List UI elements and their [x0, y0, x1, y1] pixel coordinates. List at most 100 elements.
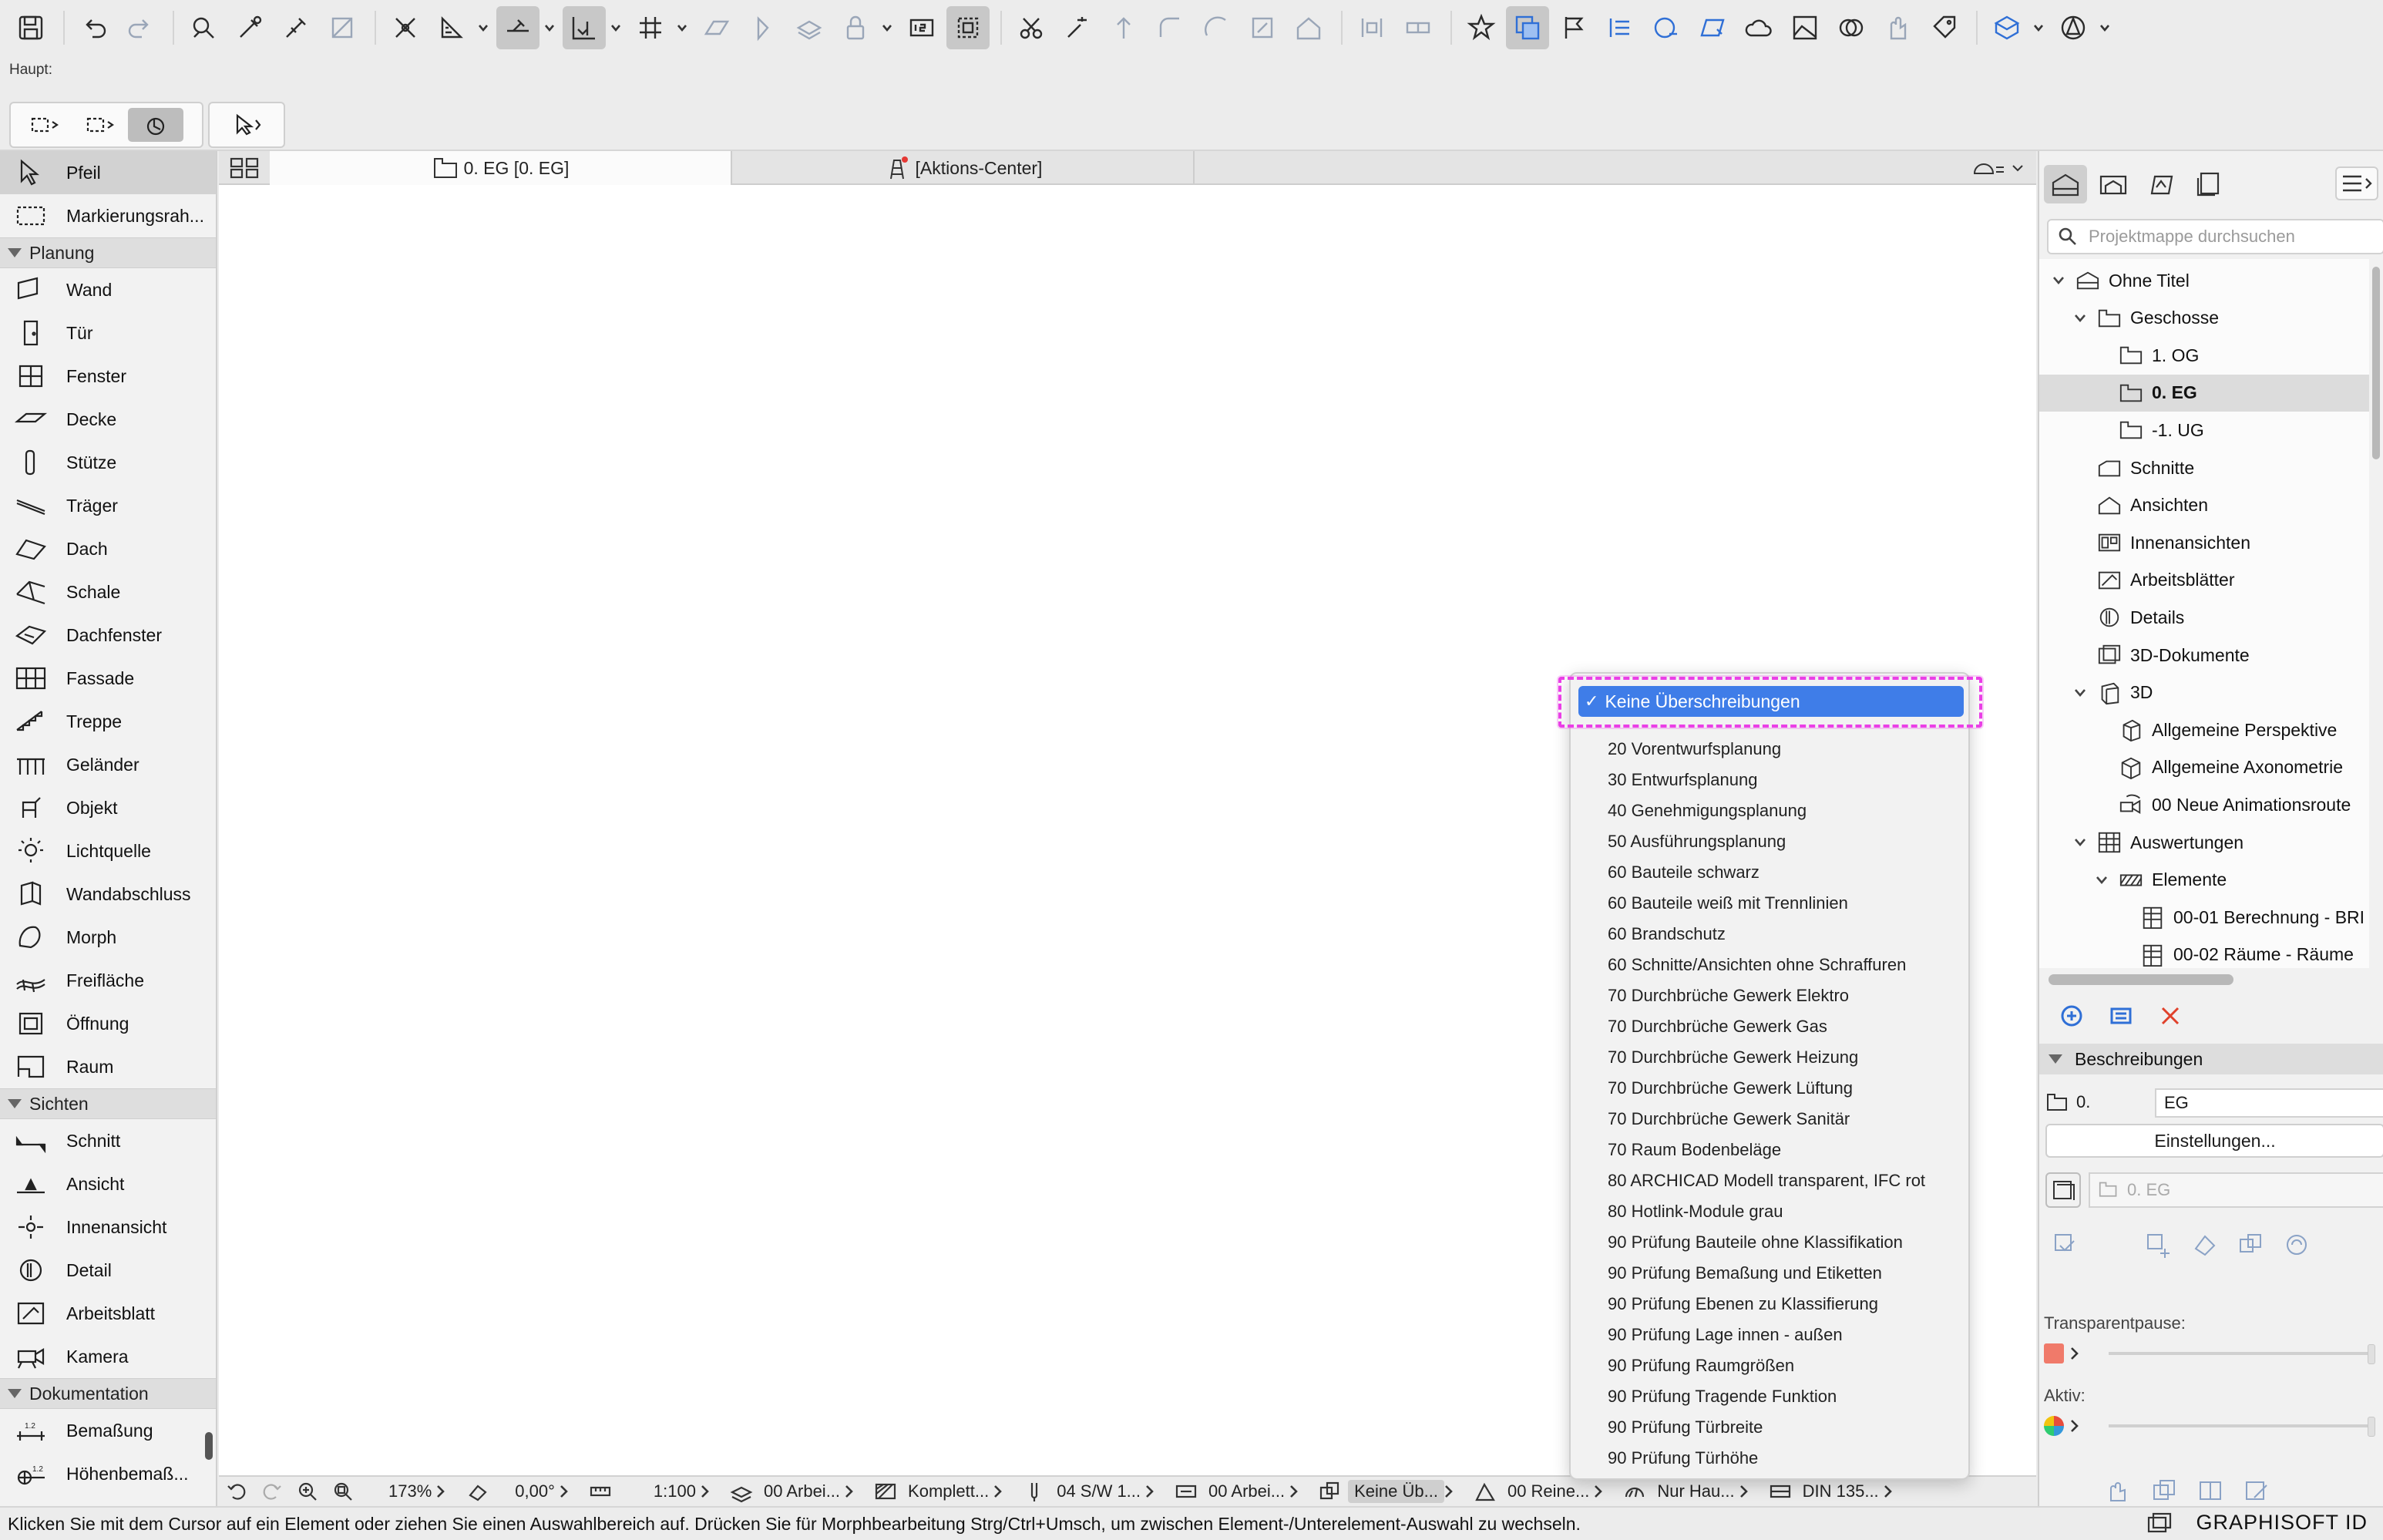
3d-view-icon[interactable]	[1985, 6, 2028, 49]
chevron-right-icon[interactable]	[2070, 1419, 2081, 1433]
dropdown-option[interactable]: 90 Prüfung Tragende Funktion	[1571, 1381, 1971, 1412]
layout-book-icon[interactable]	[2139, 165, 2183, 203]
tree-item[interactable]: 0. EG	[2039, 374, 2369, 412]
color-wheel-icon[interactable]	[2044, 1416, 2064, 1436]
scissors-icon[interactable]	[1010, 6, 1053, 49]
dropdown-option[interactable]: 60 Schnitte/Ansichten ohne Schraffuren	[1571, 950, 1971, 980]
layer-combination-icon[interactable]	[728, 1478, 755, 1505]
chevron-down-icon[interactable]	[880, 6, 894, 49]
palette-tool-item[interactable]: Tür	[0, 311, 216, 355]
dropdown-selected-item[interactable]: ✓ Keine Überschreibungen	[1578, 686, 1964, 717]
palette-tool-item[interactable]: Wand	[0, 268, 216, 311]
dropdown-option[interactable]: 40 Genehmigungsplanung	[1571, 795, 1971, 826]
palette-tool-item[interactable]: Stütze	[0, 441, 216, 484]
delete-icon[interactable]	[2153, 999, 2187, 1033]
chevron-right-icon[interactable]	[993, 1485, 1004, 1498]
dropdown-option[interactable]: 20 Vorentwurfsplanung	[1571, 734, 1971, 765]
dropdown-option[interactable]: 30 Entwurfsplanung	[1571, 765, 1971, 795]
pen-set-value[interactable]: 04 S/W 1...	[1052, 1481, 1145, 1501]
structural-display-icon[interactable]	[1622, 1478, 1648, 1505]
chevron-right-icon[interactable]	[560, 1485, 570, 1498]
dropdown-option[interactable]: 70 Durchbrüche Gewerk Heizung	[1571, 1042, 1971, 1073]
tree-item[interactable]: Allgemeine Axonometrie	[2039, 749, 2369, 786]
tree-item[interactable]: Details	[2039, 599, 2369, 636]
dropdown-option[interactable]: 60 Bauteile schwarz	[1571, 857, 1971, 888]
dropdown-option[interactable]: 70 Raum Bodenbeläge	[1571, 1135, 1971, 1165]
palette-tool-item[interactable]: Geländer	[0, 743, 216, 786]
dropdown-option[interactable]: 90 Prüfung Raumgrößen	[1571, 1350, 1971, 1381]
move-reference-icon[interactable]	[2139, 1226, 2176, 1263]
structural-display-value[interactable]: Nur Hau...	[1652, 1481, 1739, 1501]
palette-tool-item[interactable]: Morph	[0, 916, 216, 959]
chevron-down-icon[interactable]	[2072, 834, 2089, 851]
palette-tool-item[interactable]: Decke	[0, 398, 216, 441]
fit-in-window-icon[interactable]	[330, 1478, 356, 1505]
chevron-right-icon[interactable]	[845, 1485, 855, 1498]
view-settings-icon[interactable]	[2045, 1172, 2081, 1208]
tree-item[interactable]: 00 Neue Animationsroute	[2039, 786, 2369, 823]
dropdown-option[interactable]: 90 Prüfung Lage innen - außen	[1571, 1320, 1971, 1350]
undo-icon[interactable]	[72, 6, 116, 49]
chevron-down-icon[interactable]	[609, 6, 623, 49]
compare-icon[interactable]	[2193, 1475, 2227, 1506]
palette-tool-item[interactable]: Lichtquelle	[0, 829, 216, 873]
hand-icon[interactable]	[1876, 6, 1919, 49]
chevron-down-icon[interactable]	[476, 6, 490, 49]
palette-tool-item[interactable]: Fenster	[0, 355, 216, 398]
publish-icon[interactable]	[1645, 6, 1688, 49]
dimension-unit-icon[interactable]	[1767, 1478, 1793, 1505]
chevron-right-icon[interactable]	[1739, 1485, 1750, 1498]
tab-overview-icon[interactable]	[227, 154, 262, 182]
palette-tool-item[interactable]: Arbeitsblatt	[0, 1292, 216, 1335]
chevron-right-icon[interactable]	[1289, 1485, 1300, 1498]
dimension-standard-icon[interactable]	[1173, 1478, 1199, 1505]
zoom-in-icon[interactable]	[294, 1478, 321, 1505]
chevron-down-icon[interactable]	[2093, 872, 2110, 889]
picture-icon[interactable]	[1783, 6, 1827, 49]
dropdown-option[interactable]: 90 Prüfung Bauteile ohne Klassifikation	[1571, 1227, 1971, 1258]
palette-category-header[interactable]: Sichten	[0, 1088, 216, 1119]
tree-item[interactable]: Auswertungen	[2039, 824, 2369, 861]
palette-tool-item[interactable]: Treppe	[0, 700, 216, 743]
project-map-icon[interactable]	[2044, 165, 2087, 203]
palette-tool-item[interactable]: Dachfenster	[0, 614, 216, 657]
dropdown-option[interactable]: 70 Durchbrüche Gewerk Sanitär	[1571, 1104, 1971, 1135]
rectangle-selection-button[interactable]	[72, 108, 128, 142]
dropdown-option[interactable]: 80 ARCHICAD Modell transparent, IFC rot	[1571, 1165, 1971, 1196]
chevron-right-icon[interactable]	[436, 1485, 447, 1498]
dropdown-option[interactable]: 90 Prüfung Bemaßung und Etiketten	[1571, 1258, 1971, 1289]
flag-icon[interactable]	[1552, 6, 1595, 49]
palette-tool-item[interactable]: Ansicht	[0, 1162, 216, 1205]
angle-value[interactable]: 0,00°	[510, 1481, 560, 1501]
list-icon[interactable]	[1598, 6, 1642, 49]
palette-tool-item[interactable]: Öffnung	[0, 1002, 216, 1045]
dropdown-option[interactable]: 80 Hotlink-Module grau	[1571, 1196, 1971, 1227]
palette-scrollbar[interactable]	[205, 1432, 213, 1460]
settings-button[interactable]: Einstellungen...	[2045, 1124, 2383, 1158]
window-icon[interactable]	[2146, 1511, 2173, 1535]
grid-icon[interactable]	[629, 6, 672, 49]
pen-set-icon[interactable]	[1021, 1478, 1047, 1505]
snap-icon[interactable]	[384, 6, 427, 49]
reset-reference-icon[interactable]	[2278, 1226, 2315, 1263]
new-folder-icon[interactable]	[2104, 999, 2138, 1033]
descriptions-section-header[interactable]: Beschreibungen	[2039, 1044, 2383, 1074]
redo-icon[interactable]	[119, 6, 162, 49]
tree-item[interactable]: Arbeitsblätter	[2039, 562, 2369, 599]
palette-tool-item[interactable]: Pfeil	[0, 151, 216, 194]
chevron-down-icon[interactable]	[2032, 6, 2045, 49]
tab-floor-plan-eg[interactable]: 0. EG [0. EG]	[270, 151, 732, 185]
magic-wand-icon[interactable]	[1056, 6, 1099, 49]
palette-tool-item[interactable]: Freifläche	[0, 959, 216, 1002]
dropdown-option[interactable]: 50 Ausführungsplanung	[1571, 826, 1971, 857]
hand-icon[interactable]	[2101, 1475, 2135, 1506]
renovation-filter-value[interactable]: 00 Reine...	[1503, 1481, 1594, 1501]
chevron-down-icon[interactable]	[2072, 684, 2089, 701]
pen-override-icon[interactable]	[2240, 1475, 2274, 1506]
chevron-right-icon[interactable]	[2070, 1347, 2081, 1360]
model-view-value[interactable]: Komplett...	[903, 1481, 993, 1501]
view-map-icon[interactable]	[2092, 165, 2135, 203]
dropdown-option[interactable]: 60 Brandschutz	[1571, 919, 1971, 950]
dropdown-option[interactable]: 90 Prüfung Ebenen zu Klassifierung	[1571, 1289, 1971, 1320]
palette-tool-item[interactable]: Schale	[0, 570, 216, 614]
